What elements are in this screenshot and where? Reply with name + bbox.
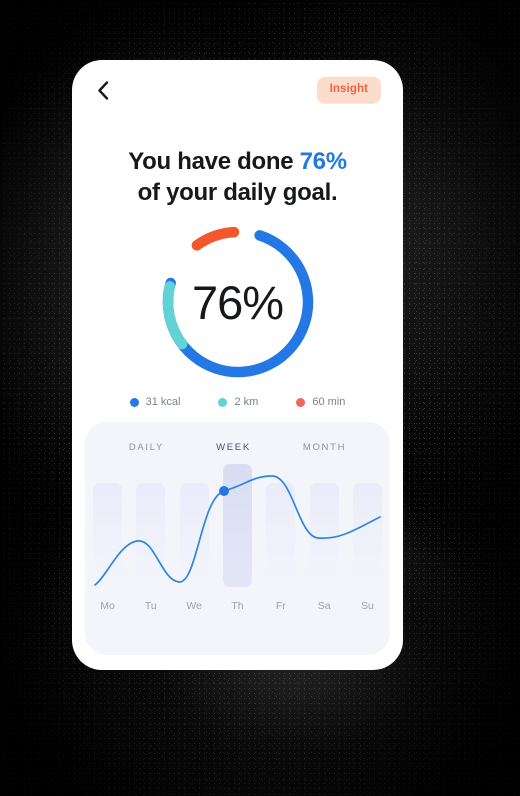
top-bar: Insight [72, 60, 403, 120]
activity-card: DAILY WEEK MONTH Mo Tu We Th Fr Sa Su [85, 422, 390, 655]
legend-item: 31 kcal [129, 396, 181, 409]
activity-chart: Mo Tu We Th Fr Sa Su [85, 464, 390, 614]
headline-line-2: of your daily goal. [137, 179, 338, 207]
tab-week[interactable]: WEEK [216, 442, 251, 453]
back-button[interactable] [88, 75, 118, 105]
day-label-fr: Fr [275, 600, 286, 612]
progress-value: 76% [191, 275, 284, 329]
day-label-mo: Mo [100, 600, 115, 612]
legend-item: 2 km [218, 396, 258, 408]
legend-label: 31 kcal [145, 396, 181, 409]
day-labels: Mo Tu We Th Fr Sa Su [93, 600, 382, 612]
day-label-tu: Tu [144, 600, 157, 612]
period-tabs: DAILY WEEK MONTH [85, 422, 390, 453]
activity-line [94, 475, 381, 586]
background: Insight You have done 76% of your daily … [0, 0, 520, 796]
dot-icon [129, 397, 139, 407]
legend: 31 kcal 2 km 60 min [72, 396, 403, 408]
tab-daily[interactable]: DAILY [129, 442, 164, 453]
phone-screen: Insight You have done 76% of your daily … [72, 60, 403, 670]
tab-month[interactable]: MONTH [303, 442, 346, 453]
activity-line-path [94, 475, 381, 586]
progress-ring: 76% [72, 222, 403, 390]
legend-label: 60 min [312, 396, 346, 409]
activity-line-marker[interactable] [219, 486, 229, 496]
day-label-th: Th [231, 600, 244, 612]
page-title: You have done 76% of your daily goal. [72, 146, 403, 208]
headline-line-1: You have done 76% [72, 146, 403, 177]
headline-percent: 76% [299, 148, 347, 175]
day-label-we: We [186, 600, 202, 612]
insight-button[interactable]: Insight [316, 76, 381, 104]
legend-item: 60 min [296, 396, 345, 408]
day-label-sa: Sa [317, 600, 331, 612]
dot-icon [218, 397, 228, 407]
legend-label: 2 km [234, 396, 259, 409]
day-label-su: Su [361, 600, 374, 612]
chevron-left-icon [97, 80, 109, 100]
headline-prefix: You have done [128, 148, 300, 175]
dot-icon [296, 397, 306, 407]
